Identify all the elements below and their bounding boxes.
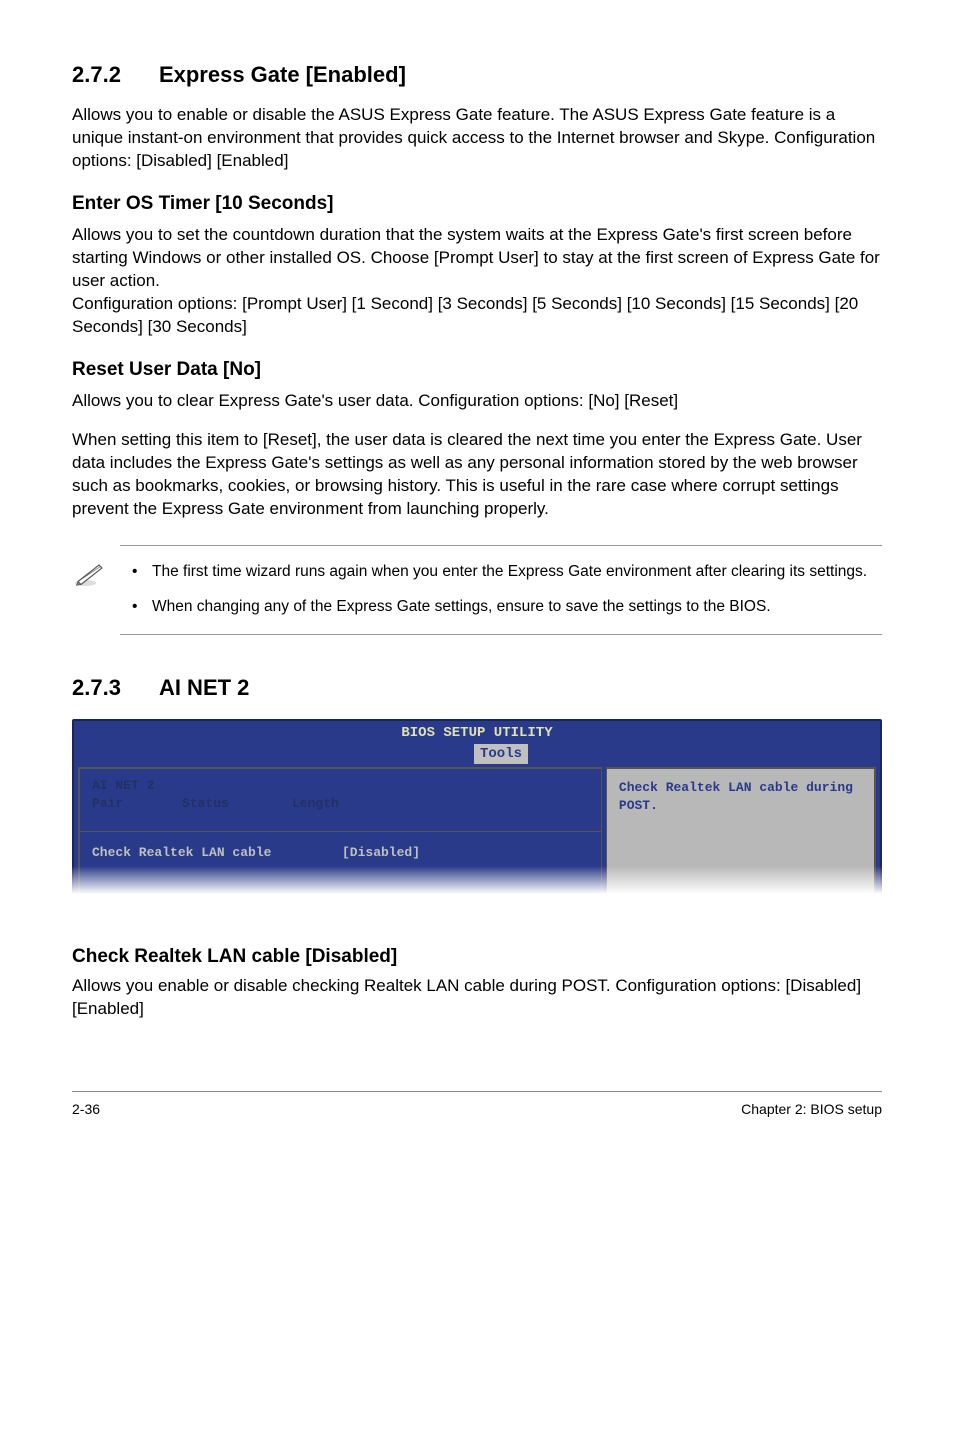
section-title: Express Gate [Enabled]	[159, 62, 406, 87]
setting-heading: Check Realtek LAN cable [Disabled]	[72, 944, 882, 970]
section-heading: 2.7.3 AI NET 2	[72, 673, 882, 703]
note-block: The first time wizard runs again when yo…	[120, 545, 882, 635]
bios-title: BIOS SETUP UTILITY	[401, 725, 552, 741]
subsection-text: Allows you to clear Express Gate's user …	[72, 390, 882, 413]
bios-help-text: Check Realtek LAN cable during POST.	[619, 780, 853, 813]
subsection-heading: Enter OS Timer [10 Seconds]	[72, 191, 882, 217]
bios-col3: Length	[292, 795, 339, 813]
note-item: The first time wizard runs again when yo…	[120, 562, 882, 583]
bios-help-pane: Check Realtek LAN cable during POST.	[606, 767, 876, 899]
bios-left-pane: AI NET 2 PairStatusLength Check Realtek …	[78, 767, 602, 899]
setting-text: Allows you enable or disable checking Re…	[72, 975, 882, 1021]
section-heading: 2.7.2 Express Gate [Enabled]	[72, 60, 882, 90]
bios-col-group: AI NET 2	[92, 777, 182, 795]
section-title: AI NET 2	[159, 675, 249, 700]
note-item: When changing any of the Express Gate se…	[120, 597, 882, 618]
chapter-label: Chapter 2: BIOS setup	[741, 1100, 882, 1119]
bios-row-label: Check Realtek LAN cable	[92, 844, 342, 862]
section-intro: Allows you to enable or disable the ASUS…	[72, 104, 882, 173]
bios-tab: Tools	[474, 744, 528, 765]
page-number: 2-36	[72, 1100, 100, 1119]
section-number: 2.7.3	[72, 673, 121, 703]
bios-screenshot: BIOS SETUP UTILITY Tools AI NET 2 PairSt…	[72, 719, 882, 904]
bios-col1: Pair	[92, 795, 182, 813]
section-number: 2.7.2	[72, 60, 121, 90]
pencil-icon	[72, 560, 108, 595]
subsection-heading: Reset User Data [No]	[72, 357, 882, 383]
subsection-text: When setting this item to [Reset], the u…	[72, 429, 882, 521]
page-footer: 2-36 Chapter 2: BIOS setup	[72, 1091, 882, 1119]
note-list: The first time wizard runs again when yo…	[120, 562, 882, 618]
bios-col2: Status	[182, 795, 292, 813]
subsection-text: Allows you to set the countdown duration…	[72, 224, 882, 339]
bios-row-value: [Disabled]	[342, 845, 420, 860]
